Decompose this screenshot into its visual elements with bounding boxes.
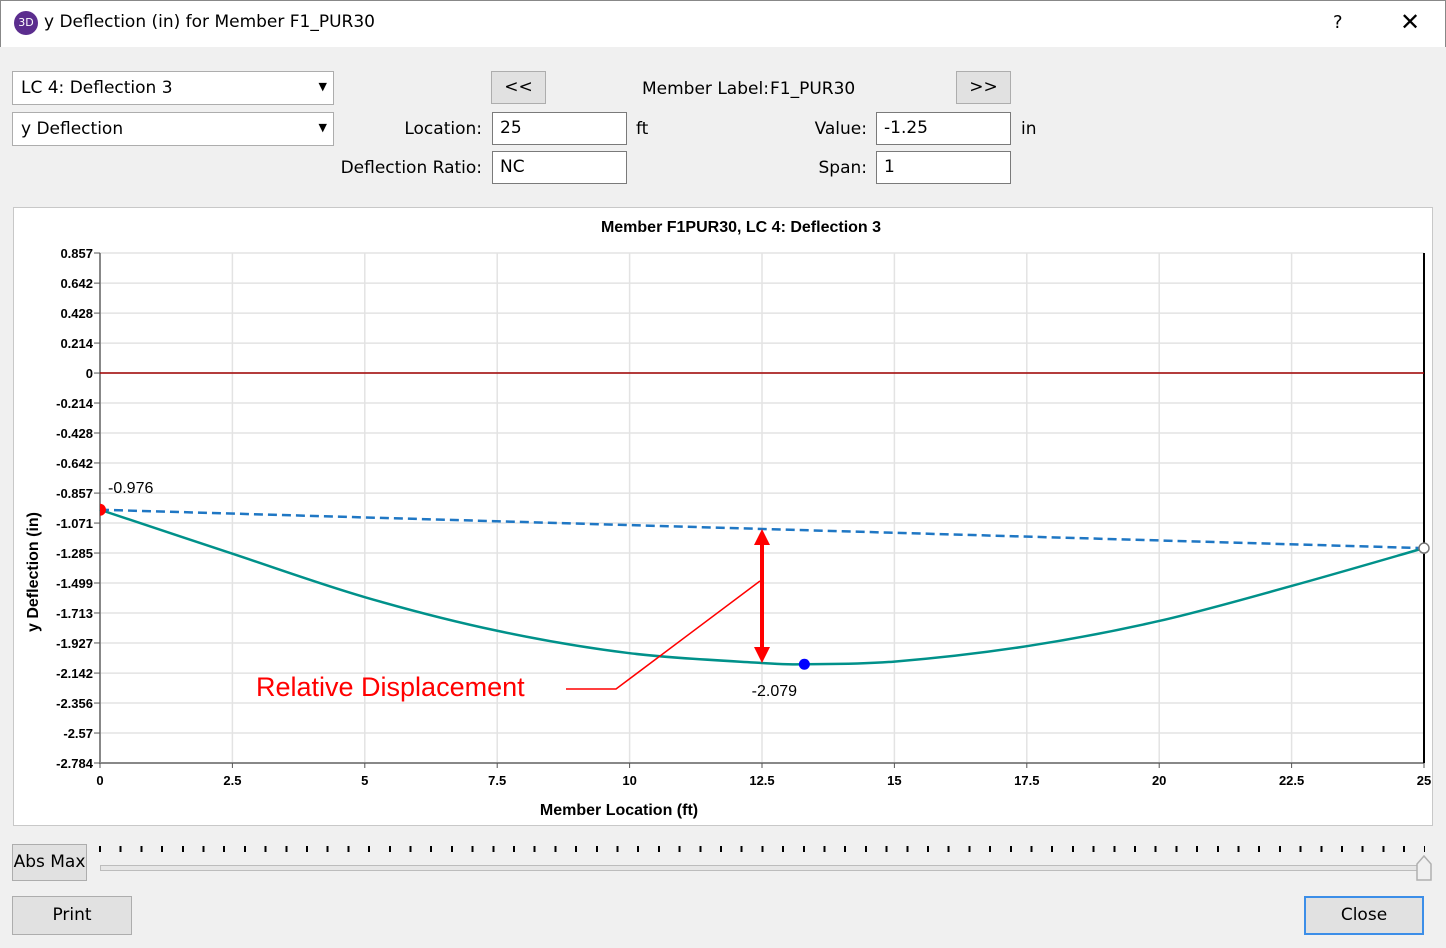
- deflection-ratio-caption: Deflection Ratio:: [340, 158, 482, 178]
- deflection-ratio-input[interactable]: NC: [492, 151, 627, 184]
- deflection-chart: Member F1PUR30, LC 4: Deflection 3 0 2.5 5…: [13, 207, 1433, 826]
- previous-member-button[interactable]: <<: [491, 71, 546, 104]
- x-tick-label: 5: [361, 773, 368, 788]
- y-tick-label: -1.927: [56, 636, 93, 651]
- result-type-value: y Deflection: [21, 119, 124, 139]
- y-tick-label: 0: [86, 366, 93, 381]
- window-title: y Deflection (in) for Member F1_PUR30: [44, 12, 376, 32]
- y-tick-label: -0.214: [56, 396, 94, 411]
- arrow-head-down-icon: [754, 646, 770, 663]
- max-deflection-point: [798, 658, 810, 670]
- y-tick-label: -1.499: [56, 576, 93, 591]
- location-slider-thumb[interactable]: [1416, 854, 1432, 881]
- max-value-label: -2.079: [752, 683, 797, 700]
- x-tick-label: 7.5: [488, 773, 506, 788]
- chevron-down-icon: ▼: [318, 80, 327, 93]
- value-input[interactable]: -1.25: [876, 112, 1011, 145]
- y-tick-label: -2.57: [63, 726, 93, 741]
- x-tick-label: 0: [96, 773, 103, 788]
- result-type-dropdown[interactable]: y Deflection ▼: [12, 112, 334, 146]
- y-tick-label: -0.642: [56, 456, 93, 471]
- app-3d-icon: 3D: [14, 11, 38, 35]
- load-case-value: LC 4: Deflection 3: [21, 78, 173, 98]
- x-axis-label: Member Location (ft): [540, 802, 698, 819]
- member-label-value: F1_PUR30: [770, 79, 856, 99]
- y-tick-label: -1.285: [56, 546, 93, 561]
- print-button[interactable]: Print: [12, 896, 132, 935]
- load-case-dropdown[interactable]: LC 4: Deflection 3 ▼: [12, 71, 334, 105]
- slider-ticks: [99, 846, 1425, 852]
- current-location-marker: [1418, 542, 1430, 554]
- x-tick-label: 25: [1417, 773, 1431, 788]
- help-button[interactable]: ?: [1333, 12, 1343, 33]
- chart-title: Member F1PUR30, LC 4: Deflection 3: [601, 219, 881, 236]
- arrow-head-up-icon: [754, 528, 770, 545]
- y-tick-label: -1.713: [56, 606, 93, 621]
- location-input[interactable]: 25: [492, 112, 627, 145]
- abs-max-button[interactable]: Abs Max: [12, 844, 87, 881]
- relative-displacement-annotation: Relative Displacement: [256, 672, 525, 702]
- y-tick-label: -2.142: [56, 666, 93, 681]
- y-tick-label: 0.428: [60, 306, 93, 321]
- y-tick-label: -0.857: [56, 486, 93, 501]
- close-window-button[interactable]: ✕: [1400, 8, 1420, 36]
- value-caption: Value:: [814, 119, 867, 139]
- next-member-button[interactable]: >>: [956, 71, 1011, 104]
- close-button[interactable]: Close: [1304, 896, 1424, 935]
- location-caption: Location:: [404, 119, 482, 139]
- x-tick-label: 12.5: [749, 773, 774, 788]
- x-tick-label: 15: [887, 773, 901, 788]
- y-tick-label: -1.071: [56, 516, 93, 531]
- y-tick-label: -0.428: [56, 426, 93, 441]
- x-tick-label: 2.5: [223, 773, 241, 788]
- start-marker: [100, 503, 106, 516]
- x-tick-label: 22.5: [1279, 773, 1304, 788]
- span-caption: Span:: [818, 158, 867, 178]
- location-unit: ft: [636, 119, 649, 139]
- x-tick-label: 20: [1152, 773, 1166, 788]
- location-slider-track[interactable]: [100, 865, 1424, 871]
- y-axis-label: y Deflection (in): [25, 512, 42, 632]
- span-input[interactable]: 1: [876, 151, 1011, 184]
- y-tick-label: 0.857: [60, 246, 93, 261]
- y-tick-label: -2.784: [56, 756, 94, 771]
- x-tick-label: 10: [622, 773, 636, 788]
- y-tick-label: 0.214: [60, 336, 93, 351]
- x-tick-label: 17.5: [1014, 773, 1039, 788]
- value-unit: in: [1021, 119, 1037, 139]
- start-value-label: -0.976: [108, 480, 153, 497]
- y-tick-label: 0.642: [60, 276, 93, 291]
- y-tick-label: -2.356: [56, 696, 93, 711]
- member-label-caption: Member Label:: [642, 79, 769, 99]
